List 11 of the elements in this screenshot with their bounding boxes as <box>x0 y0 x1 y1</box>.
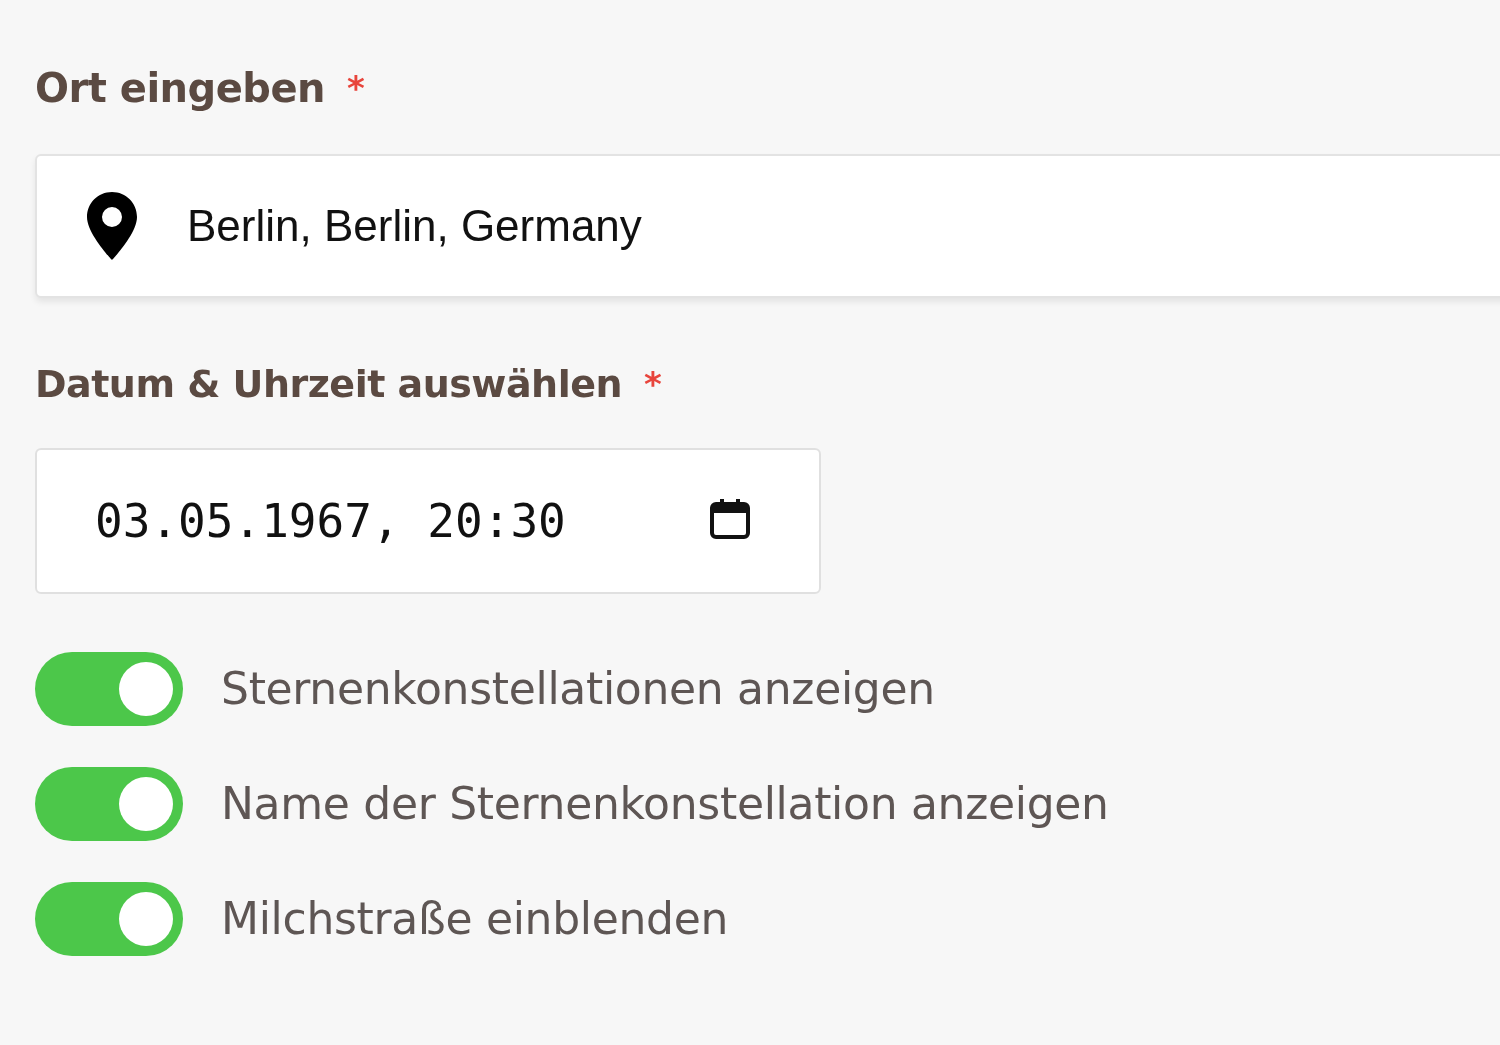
required-mark: * <box>347 66 365 110</box>
datetime-field[interactable]: 03.05.1967, 20:30 <box>35 448 821 594</box>
field-label: Datum & Uhrzeit auswählen <box>35 360 623 408</box>
calendar-icon[interactable] <box>709 498 751 540</box>
toggle-label: Sternenkonstellationen anzeigen <box>221 662 935 716</box>
required-mark: * <box>644 362 662 406</box>
map-pin-icon <box>87 192 137 260</box>
toggle-label: Name der Sternenkonstellation anzeigen <box>221 777 1109 831</box>
field-label: Ort eingeben <box>35 64 326 113</box>
toggle-label: Milchstraße einblenden <box>221 892 729 946</box>
location-field[interactable]: Berlin, Berlin, Germany <box>35 154 1500 298</box>
